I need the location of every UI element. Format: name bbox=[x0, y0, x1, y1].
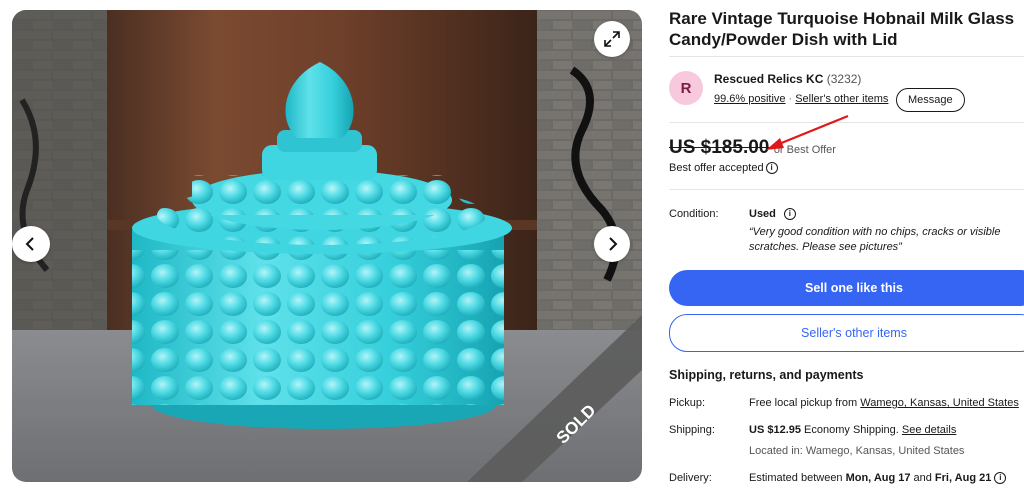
best-offer-accepted-text: Best offer accepted bbox=[669, 162, 764, 174]
condition-label: Condition: bbox=[669, 208, 719, 220]
seller-avatar[interactable]: R bbox=[669, 71, 703, 105]
seller-links: 99.6% positive · Seller's other items bbox=[714, 93, 888, 105]
seller-name[interactable]: Rescued Relics KC bbox=[714, 72, 823, 86]
info-icon[interactable]: i bbox=[765, 162, 778, 174]
sell-one-like-this-button[interactable]: Sell one like this bbox=[669, 270, 1024, 306]
seller-other-items-link[interactable]: Seller's other items bbox=[795, 93, 888, 105]
message-button[interactable]: Message bbox=[896, 88, 965, 112]
condition-value-row: Used i bbox=[749, 208, 796, 220]
pickup-prefix: Free local pickup from bbox=[749, 397, 858, 409]
separator: · bbox=[788, 93, 793, 105]
shipping-label: Shipping: bbox=[669, 424, 715, 436]
info-icon[interactable]: i bbox=[783, 208, 796, 220]
seller-other-items-button[interactable]: Seller's other items bbox=[669, 314, 1024, 352]
pickup-location-link[interactable]: Wamego, Kansas, United States bbox=[860, 397, 1019, 409]
condition-description: “Very good condition with no chips, crac… bbox=[749, 226, 1001, 253]
feedback-count: (3232) bbox=[826, 72, 862, 86]
annotation-arrow-icon bbox=[766, 114, 849, 150]
see-details-link[interactable]: See details bbox=[902, 424, 956, 436]
shipping-value: US $12.95 Economy Shipping. See details bbox=[749, 424, 956, 436]
condition-value: Used bbox=[749, 208, 776, 220]
previous-image-button[interactable] bbox=[12, 226, 50, 262]
seller-name-row: Rescued Relics KC (3232) bbox=[714, 72, 861, 86]
divider bbox=[669, 189, 1024, 190]
chevron-left-icon bbox=[25, 237, 34, 251]
item-details-panel: Rare Vintage Turquoise Hobnail Milk Glas… bbox=[669, 8, 1024, 484]
product-photo[interactable]: SOLD bbox=[12, 10, 642, 482]
located-in: Located in: Wamego, Kansas, United State… bbox=[749, 445, 965, 457]
info-icon[interactable]: i bbox=[994, 472, 1007, 484]
shipping-heading: Shipping, returns, and payments bbox=[669, 368, 864, 382]
delivery-value: Estimated between Mon, Aug 17 and Fri, A… bbox=[749, 472, 1007, 484]
pickup-label: Pickup: bbox=[669, 397, 706, 409]
price: US $185.00 bbox=[669, 137, 770, 158]
shipping-price: US $12.95 bbox=[749, 424, 801, 436]
item-title: Rare Vintage Turquoise Hobnail Milk Glas… bbox=[669, 9, 1015, 49]
positive-feedback-link[interactable]: 99.6% positive bbox=[714, 93, 786, 105]
shipping-method: Economy Shipping. bbox=[804, 424, 899, 436]
delivery-start: Mon, Aug 17 bbox=[845, 472, 911, 484]
delivery-end: Fri, Aug 21 bbox=[934, 472, 992, 484]
next-image-button[interactable] bbox=[594, 226, 630, 262]
best-offer-accepted: Best offer accepted i bbox=[669, 162, 778, 174]
delivery-label: Delivery: bbox=[669, 472, 712, 484]
expand-icon bbox=[604, 31, 620, 47]
delivery-and: and bbox=[913, 472, 932, 484]
image-gallery[interactable]: SOLD bbox=[12, 10, 642, 482]
divider bbox=[669, 56, 1024, 57]
delivery-prefix: Estimated between bbox=[749, 472, 843, 484]
expand-image-button[interactable] bbox=[594, 21, 630, 57]
chevron-right-icon bbox=[609, 237, 618, 251]
pickup-value: Free local pickup from Wamego, Kansas, U… bbox=[749, 397, 1019, 409]
